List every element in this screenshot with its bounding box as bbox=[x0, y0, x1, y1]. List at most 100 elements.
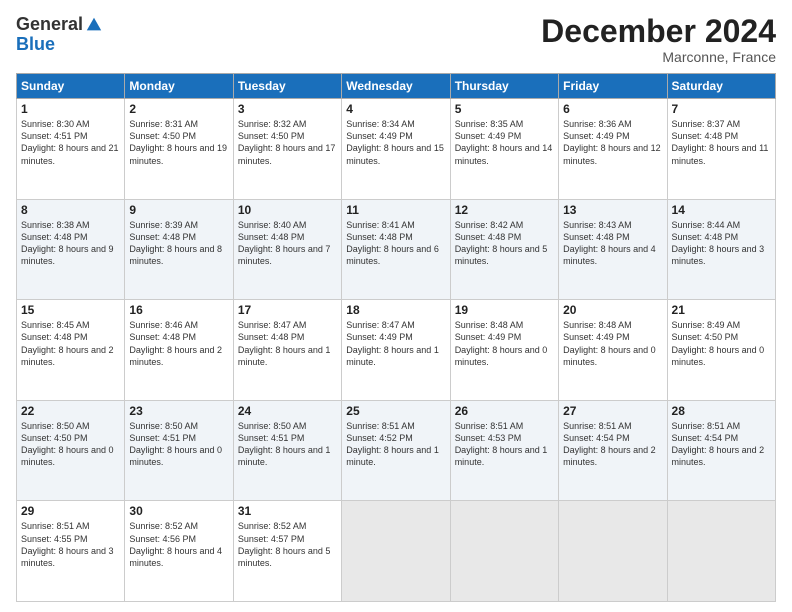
table-row: 21 Sunrise: 8:49 AMSunset: 4:50 PMDaylig… bbox=[667, 300, 775, 401]
table-row: 17 Sunrise: 8:47 AMSunset: 4:48 PMDaylig… bbox=[233, 300, 341, 401]
cell-info: Sunrise: 8:48 AMSunset: 4:49 PMDaylight:… bbox=[563, 320, 656, 366]
logo-icon bbox=[85, 16, 103, 34]
day-number: 15 bbox=[21, 303, 120, 317]
cell-info: Sunrise: 8:39 AMSunset: 4:48 PMDaylight:… bbox=[129, 220, 222, 266]
day-number: 23 bbox=[129, 404, 228, 418]
table-row: 10 Sunrise: 8:40 AMSunset: 4:48 PMDaylig… bbox=[233, 199, 341, 300]
table-row: 9 Sunrise: 8:39 AMSunset: 4:48 PMDayligh… bbox=[125, 199, 233, 300]
table-row: 12 Sunrise: 8:42 AMSunset: 4:48 PMDaylig… bbox=[450, 199, 558, 300]
cell-info: Sunrise: 8:40 AMSunset: 4:48 PMDaylight:… bbox=[238, 220, 331, 266]
day-number: 16 bbox=[129, 303, 228, 317]
day-number: 10 bbox=[238, 203, 337, 217]
table-row: 3 Sunrise: 8:32 AMSunset: 4:50 PMDayligh… bbox=[233, 99, 341, 200]
calendar-week-row: 22 Sunrise: 8:50 AMSunset: 4:50 PMDaylig… bbox=[17, 400, 776, 501]
table-row: 18 Sunrise: 8:47 AMSunset: 4:49 PMDaylig… bbox=[342, 300, 450, 401]
day-number: 2 bbox=[129, 102, 228, 116]
cell-info: Sunrise: 8:45 AMSunset: 4:48 PMDaylight:… bbox=[21, 320, 114, 366]
cell-info: Sunrise: 8:41 AMSunset: 4:48 PMDaylight:… bbox=[346, 220, 439, 266]
table-row bbox=[342, 501, 450, 602]
col-thursday: Thursday bbox=[450, 74, 558, 99]
logo-general: General bbox=[16, 14, 83, 35]
day-number: 20 bbox=[563, 303, 662, 317]
table-row: 25 Sunrise: 8:51 AMSunset: 4:52 PMDaylig… bbox=[342, 400, 450, 501]
table-row: 23 Sunrise: 8:50 AMSunset: 4:51 PMDaylig… bbox=[125, 400, 233, 501]
col-sunday: Sunday bbox=[17, 74, 125, 99]
day-number: 24 bbox=[238, 404, 337, 418]
day-number: 28 bbox=[672, 404, 771, 418]
month-title: December 2024 bbox=[541, 14, 776, 49]
day-number: 14 bbox=[672, 203, 771, 217]
cell-info: Sunrise: 8:44 AMSunset: 4:48 PMDaylight:… bbox=[672, 220, 765, 266]
day-number: 5 bbox=[455, 102, 554, 116]
cell-info: Sunrise: 8:50 AMSunset: 4:51 PMDaylight:… bbox=[129, 421, 222, 467]
col-tuesday: Tuesday bbox=[233, 74, 341, 99]
table-row: 6 Sunrise: 8:36 AMSunset: 4:49 PMDayligh… bbox=[559, 99, 667, 200]
cell-info: Sunrise: 8:51 AMSunset: 4:55 PMDaylight:… bbox=[21, 521, 114, 567]
table-row: 30 Sunrise: 8:52 AMSunset: 4:56 PMDaylig… bbox=[125, 501, 233, 602]
table-row: 26 Sunrise: 8:51 AMSunset: 4:53 PMDaylig… bbox=[450, 400, 558, 501]
col-wednesday: Wednesday bbox=[342, 74, 450, 99]
col-friday: Friday bbox=[559, 74, 667, 99]
day-number: 11 bbox=[346, 203, 445, 217]
calendar-week-row: 8 Sunrise: 8:38 AMSunset: 4:48 PMDayligh… bbox=[17, 199, 776, 300]
col-monday: Monday bbox=[125, 74, 233, 99]
day-number: 3 bbox=[238, 102, 337, 116]
day-number: 27 bbox=[563, 404, 662, 418]
day-number: 29 bbox=[21, 504, 120, 518]
day-number: 19 bbox=[455, 303, 554, 317]
cell-info: Sunrise: 8:31 AMSunset: 4:50 PMDaylight:… bbox=[129, 119, 227, 165]
cell-info: Sunrise: 8:38 AMSunset: 4:48 PMDaylight:… bbox=[21, 220, 114, 266]
day-number: 18 bbox=[346, 303, 445, 317]
table-row: 8 Sunrise: 8:38 AMSunset: 4:48 PMDayligh… bbox=[17, 199, 125, 300]
calendar-week-row: 15 Sunrise: 8:45 AMSunset: 4:48 PMDaylig… bbox=[17, 300, 776, 401]
day-number: 22 bbox=[21, 404, 120, 418]
day-number: 1 bbox=[21, 102, 120, 116]
location: Marconne, France bbox=[541, 49, 776, 65]
table-row bbox=[559, 501, 667, 602]
cell-info: Sunrise: 8:51 AMSunset: 4:52 PMDaylight:… bbox=[346, 421, 439, 467]
logo: General Blue bbox=[16, 14, 103, 53]
day-number: 25 bbox=[346, 404, 445, 418]
table-row: 15 Sunrise: 8:45 AMSunset: 4:48 PMDaylig… bbox=[17, 300, 125, 401]
calendar-table: Sunday Monday Tuesday Wednesday Thursday… bbox=[16, 73, 776, 602]
table-row: 19 Sunrise: 8:48 AMSunset: 4:49 PMDaylig… bbox=[450, 300, 558, 401]
cell-info: Sunrise: 8:51 AMSunset: 4:54 PMDaylight:… bbox=[563, 421, 656, 467]
table-row: 7 Sunrise: 8:37 AMSunset: 4:48 PMDayligh… bbox=[667, 99, 775, 200]
cell-info: Sunrise: 8:52 AMSunset: 4:57 PMDaylight:… bbox=[238, 521, 331, 567]
cell-info: Sunrise: 8:30 AMSunset: 4:51 PMDaylight:… bbox=[21, 119, 119, 165]
table-row: 14 Sunrise: 8:44 AMSunset: 4:48 PMDaylig… bbox=[667, 199, 775, 300]
day-number: 30 bbox=[129, 504, 228, 518]
header: General Blue December 2024 Marconne, Fra… bbox=[16, 14, 776, 65]
table-row: 22 Sunrise: 8:50 AMSunset: 4:50 PMDaylig… bbox=[17, 400, 125, 501]
table-row: 27 Sunrise: 8:51 AMSunset: 4:54 PMDaylig… bbox=[559, 400, 667, 501]
table-row: 16 Sunrise: 8:46 AMSunset: 4:48 PMDaylig… bbox=[125, 300, 233, 401]
cell-info: Sunrise: 8:51 AMSunset: 4:53 PMDaylight:… bbox=[455, 421, 548, 467]
table-row: 31 Sunrise: 8:52 AMSunset: 4:57 PMDaylig… bbox=[233, 501, 341, 602]
cell-info: Sunrise: 8:50 AMSunset: 4:51 PMDaylight:… bbox=[238, 421, 331, 467]
day-number: 13 bbox=[563, 203, 662, 217]
day-number: 12 bbox=[455, 203, 554, 217]
day-number: 7 bbox=[672, 102, 771, 116]
cell-info: Sunrise: 8:49 AMSunset: 4:50 PMDaylight:… bbox=[672, 320, 765, 366]
day-number: 8 bbox=[21, 203, 120, 217]
table-row: 13 Sunrise: 8:43 AMSunset: 4:48 PMDaylig… bbox=[559, 199, 667, 300]
cell-info: Sunrise: 8:51 AMSunset: 4:54 PMDaylight:… bbox=[672, 421, 765, 467]
day-number: 4 bbox=[346, 102, 445, 116]
day-number: 9 bbox=[129, 203, 228, 217]
table-row: 4 Sunrise: 8:34 AMSunset: 4:49 PMDayligh… bbox=[342, 99, 450, 200]
cell-info: Sunrise: 8:42 AMSunset: 4:48 PMDaylight:… bbox=[455, 220, 548, 266]
cell-info: Sunrise: 8:47 AMSunset: 4:48 PMDaylight:… bbox=[238, 320, 331, 366]
table-row: 1 Sunrise: 8:30 AMSunset: 4:51 PMDayligh… bbox=[17, 99, 125, 200]
day-number: 21 bbox=[672, 303, 771, 317]
day-number: 26 bbox=[455, 404, 554, 418]
cell-info: Sunrise: 8:46 AMSunset: 4:48 PMDaylight:… bbox=[129, 320, 222, 366]
title-block: December 2024 Marconne, France bbox=[541, 14, 776, 65]
cell-info: Sunrise: 8:48 AMSunset: 4:49 PMDaylight:… bbox=[455, 320, 548, 366]
table-row: 11 Sunrise: 8:41 AMSunset: 4:48 PMDaylig… bbox=[342, 199, 450, 300]
col-saturday: Saturday bbox=[667, 74, 775, 99]
cell-info: Sunrise: 8:43 AMSunset: 4:48 PMDaylight:… bbox=[563, 220, 656, 266]
table-row: 29 Sunrise: 8:51 AMSunset: 4:55 PMDaylig… bbox=[17, 501, 125, 602]
table-row: 2 Sunrise: 8:31 AMSunset: 4:50 PMDayligh… bbox=[125, 99, 233, 200]
day-number: 17 bbox=[238, 303, 337, 317]
cell-info: Sunrise: 8:52 AMSunset: 4:56 PMDaylight:… bbox=[129, 521, 222, 567]
